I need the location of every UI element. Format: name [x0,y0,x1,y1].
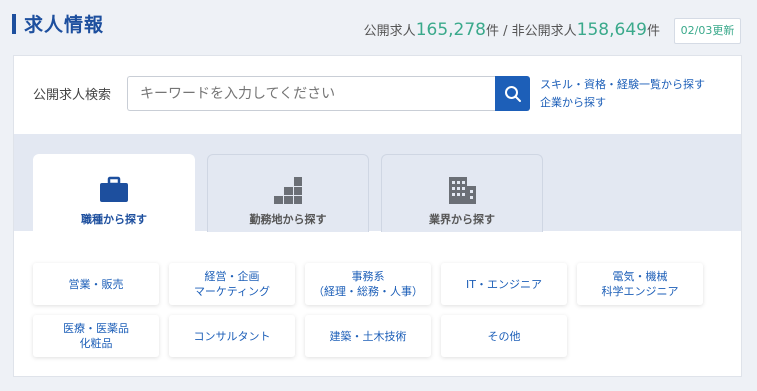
company-search-link[interactable]: 企業から探す [540,94,705,112]
public-jobs-count: 165,278 [415,20,486,40]
tab-bar: 職種から探す 勤務地から探す 業界から探す [14,134,741,233]
tab-location[interactable]: 勤務地から探す [207,154,369,232]
search-input[interactable] [127,76,495,111]
tab-job-type[interactable]: 職種から探す [33,154,195,233]
header: 求人情報 公開求人165,278件 / 非公開求人158,649件 02/03更… [0,0,757,56]
job-search-panel: 公開求人検索 スキル・資格・経験一覧から探す 企業から探す 職種から探す [13,55,742,377]
category-management-marketing[interactable]: 経営・企画 マーケティング [169,263,295,305]
tab-label: 勤務地から探す [249,213,327,226]
update-badge: 02/03更新 [674,18,741,44]
category-office-admin[interactable]: 事務系 （経理・総務・人事） [305,263,431,305]
category-construction[interactable]: 建築・土木技術 [305,315,431,357]
count-unit-1: 件 / [486,24,512,39]
tab-industry[interactable]: 業界から探す [381,154,543,232]
search-button[interactable] [495,76,530,111]
count-unit-2: 件 [646,24,660,39]
tab-label: 業界から探す [429,213,495,226]
search-label: 公開求人検索 [33,88,112,103]
title-accent-bar [12,14,16,34]
search-icon [504,85,521,102]
job-counts: 公開求人165,278件 / 非公開求人158,649件 [364,20,660,40]
private-jobs-count: 158,649 [576,20,647,40]
search-links: スキル・資格・経験一覧から探す 企業から探す [540,76,705,112]
page-title: 求人情報 [24,14,105,36]
tab-label: 職種から探す [81,213,147,226]
category-other[interactable]: その他 [441,315,567,357]
category-it-engineer[interactable]: IT・エンジニア [441,263,567,305]
briefcase-icon [100,176,128,202]
category-electrical-mechanical[interactable]: 電気・機械 科学エンジニア [577,263,703,305]
skills-search-link[interactable]: スキル・資格・経験一覧から探す [540,76,705,94]
location-blocks-icon [274,177,302,204]
building-icon [449,177,476,204]
category-consultant[interactable]: コンサルタント [169,315,295,357]
category-medical-pharma[interactable]: 医療・医薬品 化粧品 [33,315,159,357]
public-jobs-label: 公開求人 [363,24,416,39]
private-jobs-label: 非公開求人 [511,24,577,39]
category-sales[interactable]: 営業・販売 [33,263,159,305]
